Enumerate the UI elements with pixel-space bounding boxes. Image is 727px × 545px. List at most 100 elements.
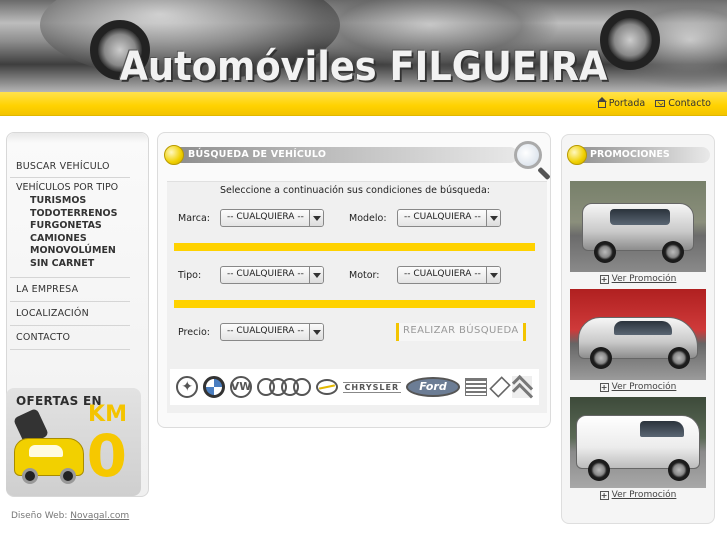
nav-contacto-link[interactable]: Contacto xyxy=(655,98,711,109)
sidebar-item-buscar-vehiculo[interactable]: BUSCAR VEHÍCULO xyxy=(10,156,130,178)
brand-logos: VW CHRYSLER Ford xyxy=(170,369,539,405)
car-window xyxy=(640,421,684,437)
promotions-heading: PROMOCIONES xyxy=(567,145,710,165)
home-icon xyxy=(596,97,607,108)
sidebar-subitem-sin-carnet[interactable]: SIN CARNET xyxy=(16,258,124,271)
car-tyre xyxy=(594,241,616,263)
seat-logo[interactable] xyxy=(464,378,487,396)
renault-logo[interactable] xyxy=(488,376,511,398)
sidebar-subitem-turismos[interactable]: TURISMOS xyxy=(16,195,124,208)
yellow-divider xyxy=(174,300,535,308)
marca-select-value: -- CUALQUIERA -- xyxy=(227,212,304,222)
sidebar-item-localizacion[interactable]: LOCALIZACIÓN xyxy=(10,302,130,326)
sidebar-subitem-camiones[interactable]: CAMIONES xyxy=(16,233,124,246)
citroen-logo[interactable] xyxy=(512,376,533,398)
sidebar-item-contacto[interactable]: CONTACTO xyxy=(10,326,130,350)
bmw-logo[interactable] xyxy=(203,376,226,398)
row-marca-modelo: Marca: -- CUALQUIERA -- xyxy=(178,209,324,227)
promo-link-label: Ver Promoción xyxy=(611,382,677,392)
car-tyre xyxy=(668,347,690,369)
tipo-select[interactable]: -- CUALQUIERA -- xyxy=(220,266,324,284)
sidebar-item-vehiculos-por-tipo[interactable]: VEHÍCULOS POR TIPO xyxy=(16,182,124,193)
precio-select[interactable]: -- CUALQUIERA -- xyxy=(220,323,324,341)
search-panel-title: BÚSQUEDA DE VEHÍCULO xyxy=(188,149,327,160)
sidebar-item-la-empresa[interactable]: LA EMPRESA xyxy=(10,278,130,302)
promo-link-label: Ver Promoción xyxy=(611,490,677,500)
search-panel-heading: BÚSQUEDA DE VEHÍCULO xyxy=(164,145,518,165)
vehicle-search-panel: BÚSQUEDA DE VEHÍCULO Seleccione a contin… xyxy=(157,132,551,428)
chevron-down-icon xyxy=(309,324,323,340)
promotions-panel: PROMOCIONES + Ver Promoción + Ver Promoc… xyxy=(561,134,715,524)
car-tyre xyxy=(662,241,684,263)
chevron-down-icon xyxy=(309,267,323,283)
km0-offers-banner[interactable]: OFERTAS EN KM 0 xyxy=(6,388,141,496)
car-window xyxy=(610,209,670,225)
row-precio: Precio: -- CUALQUIERA -- xyxy=(178,323,324,341)
promo-link[interactable]: + Ver Promoción xyxy=(570,272,706,286)
magnifier-icon xyxy=(514,141,542,169)
nav-portada-label: Portada xyxy=(608,98,646,109)
chevron-down-icon xyxy=(309,210,323,226)
car-tyre xyxy=(588,459,610,481)
ford-logo[interactable]: Ford xyxy=(405,377,460,397)
expand-plus-icon: + xyxy=(599,382,609,392)
car-tyre xyxy=(668,459,690,481)
expand-plus-icon: + xyxy=(599,274,609,284)
footer-credit-prefix: Diseño Web: xyxy=(11,511,68,521)
mercedes-logo[interactable] xyxy=(176,376,199,398)
promo-item: + Ver Promoción xyxy=(570,181,706,286)
volkswagen-logo[interactable]: VW xyxy=(230,376,253,398)
site-title: Automóviles FILGUEIRA xyxy=(119,44,608,90)
precio-select-value: -- CUALQUIERA -- xyxy=(227,326,304,336)
modelo-select-value: -- CUALQUIERA -- xyxy=(404,212,481,222)
sidebar-subitem-monovolumen[interactable]: MONOVOLÚMEN xyxy=(16,245,124,258)
modelo-select[interactable]: -- CUALQUIERA -- xyxy=(397,209,501,227)
car-window xyxy=(614,321,672,335)
tipo-select-value: -- CUALQUIERA -- xyxy=(227,269,304,279)
wheel-icon xyxy=(60,468,76,484)
tipo-label: Tipo: xyxy=(178,269,202,281)
promo-car-photo[interactable] xyxy=(570,289,706,380)
footer-credit-link[interactable]: Novagal.com xyxy=(70,511,129,521)
promo-link[interactable]: + Ver Promoción xyxy=(570,488,706,502)
header-banner: Automóviles FILGUEIRA xyxy=(0,0,727,92)
car-tyre xyxy=(590,347,612,369)
precio-label: Precio: xyxy=(178,326,210,338)
marca-select[interactable]: -- CUALQUIERA -- xyxy=(220,209,324,227)
sidebar-subitem-furgonetas[interactable]: FURGONETAS xyxy=(16,220,124,233)
promo-link-label: Ver Promoción xyxy=(611,274,677,284)
sidebar-subitem-todoterrenos[interactable]: TODOTERRENOS xyxy=(16,208,124,221)
motor-select[interactable]: -- CUALQUIERA -- xyxy=(397,266,501,284)
wheel-icon xyxy=(22,468,38,484)
promotions-title: PROMOCIONES xyxy=(590,149,670,160)
row-motor: Motor: -- CUALQUIERA -- xyxy=(349,266,501,284)
nav-portada-link[interactable]: Portada xyxy=(596,97,646,109)
promo-car-photo[interactable] xyxy=(570,397,706,488)
search-submit-button[interactable]: REALIZAR BÚSQUEDA xyxy=(396,323,526,341)
row-tipo: Tipo: -- CUALQUIERA -- xyxy=(178,266,324,284)
expand-plus-icon: + xyxy=(599,490,609,500)
top-navbar: Portada Contacto xyxy=(0,92,727,116)
audi-logo[interactable] xyxy=(256,378,311,396)
chevron-down-icon xyxy=(486,267,500,283)
top-nav: Portada Contacto xyxy=(596,97,711,109)
motor-label: Motor: xyxy=(349,269,380,281)
bullet-icon xyxy=(164,145,184,165)
promo-link[interactable]: + Ver Promoción xyxy=(570,380,706,394)
promo-item: + Ver Promoción xyxy=(570,397,706,502)
promo-item: + Ver Promoción xyxy=(570,289,706,394)
chevron-down-icon xyxy=(486,210,500,226)
sidebar-group-vehiculos-por-tipo: VEHÍCULOS POR TIPO TURISMOS TODOTERRENOS… xyxy=(10,178,130,278)
mail-icon xyxy=(655,100,666,107)
nav-contacto-label: Contacto xyxy=(668,98,711,109)
km0-banner-zero: 0 xyxy=(86,422,127,490)
chrysler-logo[interactable]: CHRYSLER xyxy=(342,381,402,393)
yellow-divider xyxy=(174,243,535,251)
promo-car-photo[interactable] xyxy=(570,181,706,272)
footer-credit: Diseño Web: Novagal.com xyxy=(11,511,129,521)
marca-label: Marca: xyxy=(178,212,210,224)
modelo-label: Modelo: xyxy=(349,212,387,224)
row-modelo: Modelo: -- CUALQUIERA -- xyxy=(349,209,501,227)
search-instructions: Seleccione a continuación sus condicione… xyxy=(219,185,490,196)
opel-logo[interactable] xyxy=(315,379,338,395)
